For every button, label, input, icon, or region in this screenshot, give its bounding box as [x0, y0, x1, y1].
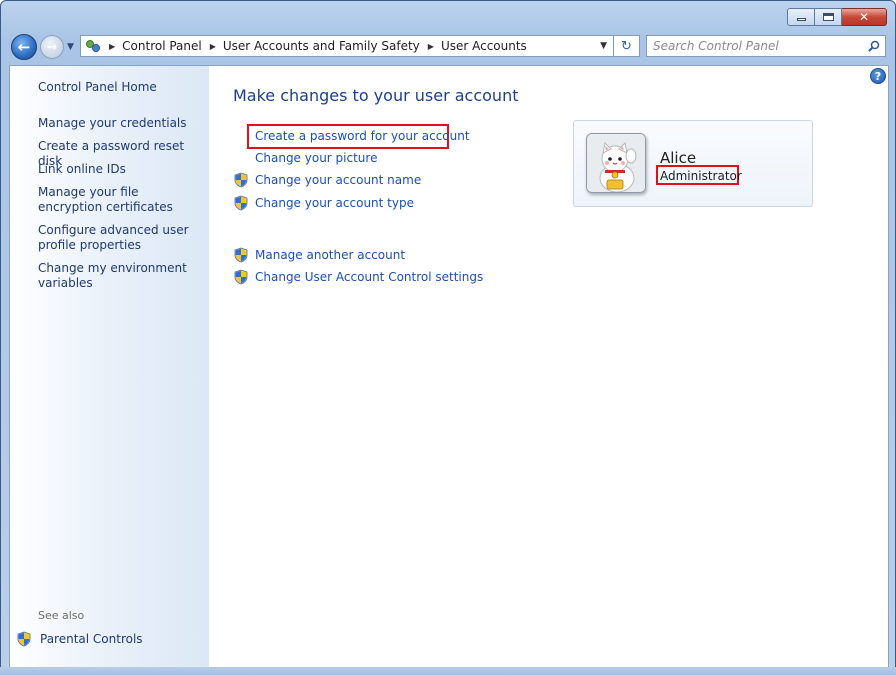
account-role: Administrator	[660, 169, 742, 183]
close-button[interactable]: ✕	[842, 8, 887, 26]
refresh-icon: ↻	[621, 38, 632, 54]
breadcrumb-user-accounts-family-safety[interactable]: User Accounts and Family Safety	[223, 39, 420, 53]
task-label: Change your picture	[255, 151, 378, 165]
sidebar-item-environment-variables[interactable]: Change my environment variables	[38, 261, 203, 291]
task-label: Change User Account Control settings	[255, 270, 484, 284]
maximize-button[interactable]	[815, 8, 842, 26]
avatar[interactable]	[586, 133, 646, 193]
close-icon: ✕	[858, 10, 870, 24]
breadcrumb-chevron-icon[interactable]: ▶	[428, 42, 434, 51]
sidebar: Control Panel Home Manage your credentia…	[10, 66, 209, 667]
breadcrumb-chevron-icon[interactable]: ▶	[109, 42, 115, 51]
page-title: Make changes to your user account	[233, 86, 519, 105]
search-icon[interactable]	[868, 40, 880, 52]
task-label: Manage another account	[255, 248, 406, 262]
sidebar-item-manage-credentials[interactable]: Manage your credentials	[38, 116, 203, 131]
breadcrumb-chevron-icon[interactable]: ▶	[210, 42, 216, 51]
address-bar[interactable]: ▶ Control Panel ▶ User Accounts and Fami…	[80, 35, 614, 57]
parental-controls-label: Parental Controls	[40, 632, 143, 646]
see-also-heading: See also	[38, 609, 85, 622]
minimize-icon	[796, 18, 806, 21]
help-icon[interactable]: ?	[870, 68, 886, 84]
minimize-button[interactable]	[787, 8, 815, 26]
breadcrumb-user-accounts[interactable]: User Accounts	[441, 39, 527, 53]
task-change-uac-settings[interactable]: Change User Account Control settings	[233, 268, 483, 286]
client-area: Control Panel Home Manage your credentia…	[9, 65, 889, 668]
see-also-parental-controls[interactable]: Parental Controls	[16, 631, 143, 647]
control-panel-icon	[85, 38, 101, 54]
main-panel: ? Make changes to your user account Crea…	[209, 66, 888, 667]
window-bottom-border	[0, 667, 896, 675]
back-arrow-icon: ←	[17, 38, 31, 56]
task-change-account-type[interactable]: Change your account type	[233, 194, 414, 212]
sidebar-control-panel-home[interactable]: Control Panel Home	[38, 80, 157, 94]
sidebar-item-advanced-profile[interactable]: Configure advanced user profile properti…	[38, 223, 203, 253]
shield-icon	[234, 195, 248, 211]
shield-icon	[234, 269, 248, 285]
sidebar-item-link-online-ids[interactable]: Link online IDs	[38, 162, 203, 177]
caption-buttons: ✕	[787, 8, 887, 26]
back-button[interactable]: ←	[11, 34, 37, 60]
shield-icon	[234, 247, 248, 263]
forward-arrow-icon: →	[46, 39, 58, 55]
search-input[interactable]	[653, 39, 863, 53]
shield-icon	[17, 631, 31, 647]
sidebar-item-file-encryption[interactable]: Manage your file encryption certificates	[38, 185, 203, 215]
lucky-cat-avatar-icon	[587, 134, 645, 192]
task-label: Change your account type	[255, 196, 414, 210]
refresh-button[interactable]: ↻	[614, 35, 640, 57]
forward-button[interactable]: →	[40, 35, 64, 59]
shield-icon	[234, 172, 248, 188]
task-change-account-name[interactable]: Change your account name	[233, 171, 421, 189]
account-card: Alice Administrator	[573, 120, 813, 207]
window: ✕ ← → ▼ ▶ Control Panel ▶ User Accounts …	[0, 0, 896, 675]
search-box	[646, 35, 886, 57]
recent-pages-dropdown[interactable]: ▼	[67, 42, 74, 52]
maximize-icon	[822, 13, 834, 21]
task-manage-another-account[interactable]: Manage another account	[233, 246, 405, 264]
task-label: Change your account name	[255, 173, 422, 187]
address-dropdown-icon[interactable]: ▼	[600, 41, 607, 51]
task-label: Create a password for your account	[255, 129, 470, 143]
breadcrumb-control-panel[interactable]: Control Panel	[122, 39, 202, 53]
